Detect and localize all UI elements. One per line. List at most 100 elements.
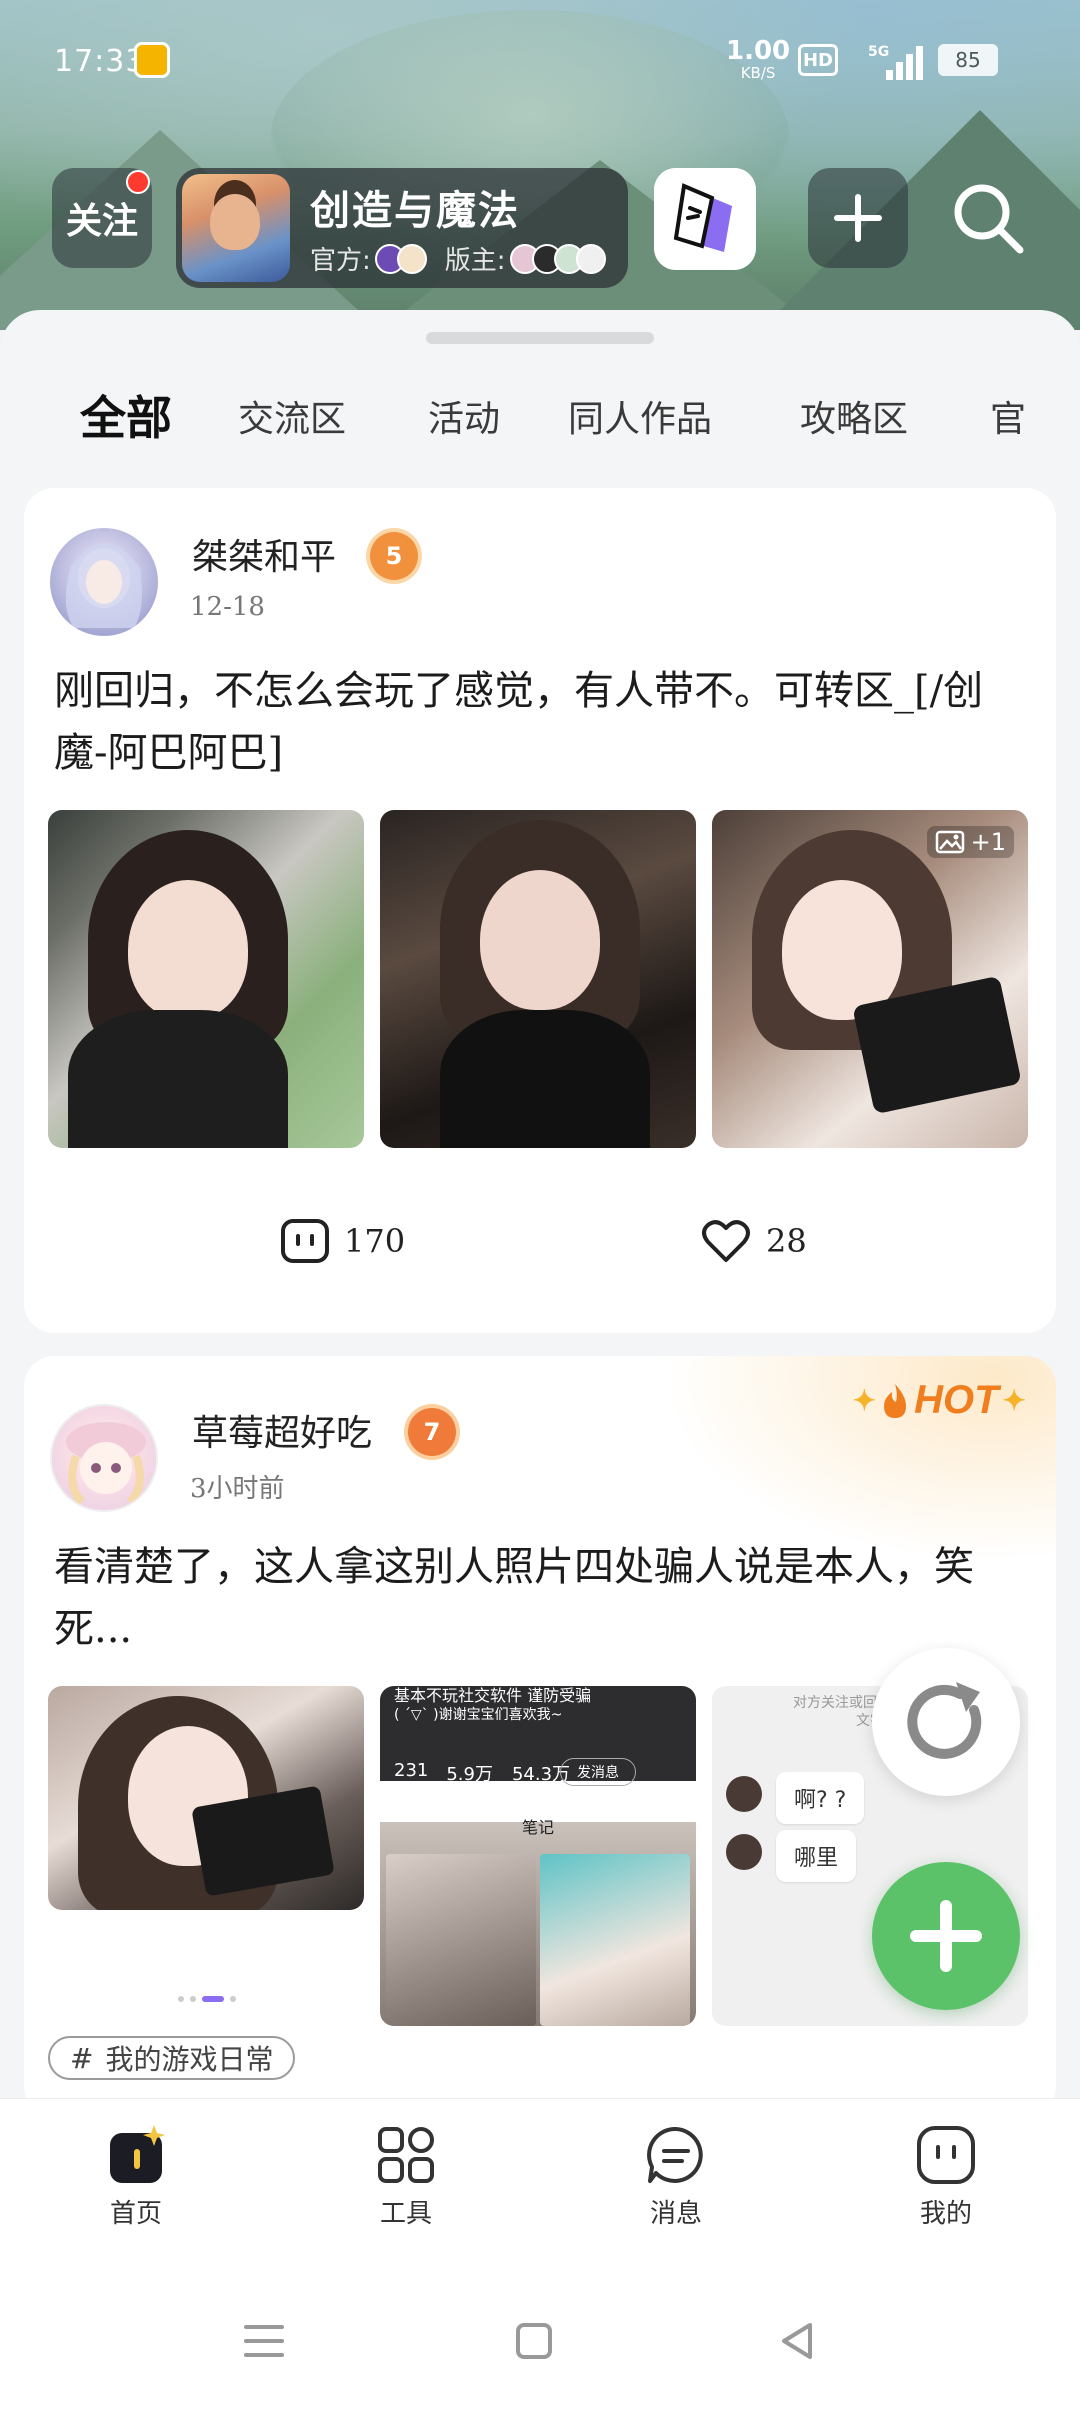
hd-badge: HD — [798, 44, 838, 76]
screenshot-stats: 231 关注 5.9万 粉丝 54.3万 获赞与收藏 — [394, 1760, 571, 1803]
more-photos-badge: +1 — [926, 826, 1014, 858]
plus-icon — [834, 194, 882, 242]
bottom-navigation: 首页 工具 消息 我的 — [0, 2098, 1080, 2414]
post-actions: 170 28 — [24, 1218, 1056, 1298]
flame-icon — [884, 1383, 907, 1418]
avatar[interactable] — [50, 1404, 158, 1512]
nav-label: 我的 — [919, 2199, 972, 2229]
post-photos: +1 — [48, 810, 1028, 1148]
screenshot-stat: 231 关注 — [394, 1760, 428, 1803]
like-count: 28 — [766, 1222, 807, 1260]
screenshot-bio-2: ( ˊ▽ˋ )谢谢宝宝们喜欢我~ — [394, 1707, 563, 1723]
carousel-dot — [178, 1996, 184, 2002]
post-card[interactable]: 桀桀和平 5 12-18 刚回归，不怎么会玩了感觉，有人带不。可转区_[/创魔-… — [24, 488, 1056, 1333]
refresh-icon — [907, 1682, 982, 1759]
screenshot-note-thumb — [540, 1854, 690, 2026]
author-name[interactable]: 草莓超好吃 — [192, 1404, 372, 1456]
tab-guides[interactable]: 攻略区 — [800, 390, 908, 442]
post-text[interactable]: 刚回归，不怎么会玩了感觉，有人带不。可转区_[/创魔-阿巴阿巴] — [54, 660, 1034, 784]
screenshot-notes-tab: 笔记 — [521, 1818, 554, 1837]
level-badge: 7 — [408, 1408, 456, 1456]
stat-value: 5.9万 — [446, 1764, 493, 1785]
search-icon[interactable] — [948, 178, 1028, 258]
network-speed: 1.00 KB/S — [726, 38, 790, 84]
official-avatars — [374, 243, 427, 274]
post-photo[interactable]: +1 — [712, 810, 1028, 1148]
game-circle-card[interactable]: 创造与魔法 官方: 版主: — [176, 168, 628, 288]
sparkle-icon: ✦ — [1002, 1385, 1026, 1416]
stat-label: 关注 — [399, 1783, 424, 1797]
hashtag-icon: # — [70, 2041, 94, 2075]
carousel-dot-active — [202, 1996, 224, 2002]
official-label: 官方: — [310, 246, 371, 276]
comment-button[interactable]: 170 — [280, 1218, 405, 1264]
photo-carousel[interactable] — [48, 1686, 364, 2026]
post-photo[interactable] — [380, 810, 696, 1148]
notification-dot — [126, 170, 150, 194]
moderator-avatars — [509, 243, 606, 274]
notification-app-icon — [134, 42, 170, 78]
comment-icon — [281, 1219, 329, 1263]
tab-official[interactable]: 官 — [990, 390, 1026, 442]
avatar[interactable] — [50, 528, 158, 636]
screenshot-message-button: 发消息 — [560, 1758, 636, 1786]
like-button[interactable]: 28 — [700, 1218, 807, 1264]
profile-icon — [917, 2126, 975, 2184]
nav-profile[interactable]: 我的 — [876, 2123, 1016, 2230]
compose-button[interactable] — [872, 1862, 1020, 2010]
post-time: 12-18 — [190, 592, 265, 622]
status-time: 17:33 — [54, 44, 146, 79]
photo-face — [480, 870, 600, 1010]
avatar-image — [66, 1422, 146, 1505]
home-square-icon[interactable] — [512, 2319, 556, 2363]
signal-icon: 5G — [868, 44, 923, 80]
carousel-dot — [230, 1996, 236, 2002]
post-photo[interactable] — [48, 1686, 364, 1910]
back-icon[interactable] — [776, 2319, 820, 2363]
stat-value: 231 — [394, 1760, 429, 1781]
tab-fan-works[interactable]: 同人作品 — [568, 390, 712, 442]
app-logo[interactable] — [654, 168, 756, 270]
nav-tools[interactable]: 工具 — [336, 2123, 476, 2230]
nav-label: 消息 — [649, 2199, 702, 2229]
screenshot-stat: 5.9万粉丝 — [446, 1760, 493, 1803]
tab-all[interactable]: 全部 — [80, 382, 172, 448]
app-logo-icon — [654, 168, 756, 270]
nav-home[interactable]: 首页 — [66, 2123, 206, 2230]
author-name[interactable]: 桀桀和平 — [192, 528, 336, 580]
chat-bubble: 哪里 — [776, 1830, 857, 1882]
tab-events[interactable]: 活动 — [428, 390, 500, 442]
more-photos-count: +1 — [970, 828, 1006, 856]
game-thumbnail — [182, 174, 290, 282]
add-button[interactable] — [808, 168, 908, 268]
follow-button[interactable]: 关注 — [52, 168, 152, 268]
post-text[interactable]: 看清楚了，这人拿这别人照片四处骗人说是本人，笑死... — [54, 1536, 1034, 1660]
image-icon — [935, 830, 964, 854]
hot-badge: ✦ HOT ✦ — [853, 1378, 1026, 1423]
post-photo[interactable]: 基本不玩社交软件 谨防受骗 ( ˊ▽ˋ )谢谢宝宝们喜欢我~ 231 关注 5.9… — [380, 1686, 696, 2026]
photo-body — [440, 1010, 650, 1148]
screenshot-bio: 基本不玩社交软件 谨防受骗 — [394, 1686, 592, 1705]
chat-avatar — [726, 1834, 762, 1870]
refresh-button[interactable] — [872, 1648, 1020, 1796]
comment-count: 170 — [344, 1222, 406, 1260]
nav-messages[interactable]: 消息 — [606, 2123, 746, 2230]
menu-icon[interactable] — [242, 2319, 286, 2363]
moderator-label: 版主: — [444, 246, 506, 276]
screenshot-note-thumb — [386, 1854, 536, 2026]
follow-label: 关注 — [65, 201, 138, 242]
system-navigation — [0, 2319, 1080, 2379]
avatar — [396, 243, 427, 274]
tab-discussion[interactable]: 交流区 — [238, 390, 346, 442]
topic-tag[interactable]: # 我的游戏日常 — [48, 2036, 296, 2080]
photo-face — [128, 880, 248, 1020]
game-circle-title: 创造与魔法 — [310, 188, 520, 234]
avatar-image — [65, 543, 142, 628]
stat-label: 获赞与收藏 — [511, 1788, 572, 1802]
grid-icon — [378, 2127, 434, 2183]
chat-bubble: 啊? ? — [776, 1772, 865, 1824]
home-icon — [110, 2125, 165, 2183]
sheet-handle[interactable] — [426, 332, 654, 344]
post-photo[interactable] — [48, 810, 364, 1148]
stat-label: 粉丝 — [457, 1788, 482, 1802]
